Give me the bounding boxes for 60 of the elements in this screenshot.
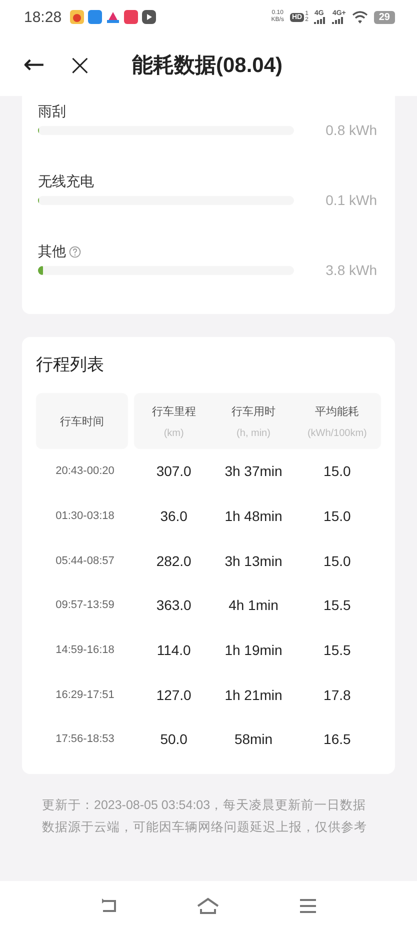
table-cell: 16.5 [324,731,351,748]
energy-value: 3.8 kWh [324,262,377,278]
table-cell: 15.5 [324,642,351,658]
table-cell: 3h 37min [224,463,282,480]
consumer-label: 无线充电 [38,173,94,191]
energy-value: 0.1 kWh [324,192,377,208]
column-header: 平均能耗 [315,404,360,418]
section-title: 行程列表 [36,354,105,376]
back-button[interactable]: ← [12,50,56,80]
table-cell: 15.0 [324,463,351,480]
page-title: 能耗数据(08.04) [132,53,283,79]
table-cell: 20:43-00:20 [56,465,114,478]
energy-value: 0.8 kWh [324,122,377,138]
consumer-label: 雨刮 [38,103,66,121]
table-cell: 16:29-17:51 [56,688,114,701]
app-notification-icon [106,10,120,24]
table-cell: 1h 48min [224,508,282,524]
table-cell: 363.0 [156,597,192,614]
wifi-icon [352,10,368,24]
consumer-label: 其他 [38,243,66,261]
column-header: 行车用时 [232,404,276,418]
table-cell: 17.8 [324,686,351,703]
table-cell: 05:44-08:57 [56,554,114,567]
table-cell: 01:30-03:18 [56,510,114,522]
battery-indicator: 29 [374,10,395,24]
table-cell: 17:56-18:53 [56,733,114,746]
footer-note: 数据源于云端，可能因车辆网络问题延迟上报，仅供参考 [42,818,368,836]
table-cell: 58min [234,731,273,748]
table-cell: 15.5 [324,597,351,614]
table-cell: 50.0 [160,731,188,748]
table-cell: 4h 1min [228,597,278,614]
column-unit: (kWh/100km) [307,428,367,438]
signal-icon [332,17,344,24]
status-time: 18:28 [24,8,62,26]
table-cell: 127.0 [156,686,192,703]
table-cell: 1h 21min [224,686,282,703]
table-cell: 09:57-13:59 [56,599,114,612]
app-notification-icon [124,10,138,24]
table-cell: 36.0 [160,508,188,524]
column-unit: (h, min) [236,428,270,438]
signal-icon [314,17,326,24]
column-header: 行车里程 [152,404,196,418]
help-icon[interactable] [69,246,81,258]
table-cell: 14:59-16:18 [56,644,114,656]
footer-note: 更新于：2023-08-05 03:54:03，每天凌晨更新前一日数据 [42,796,368,814]
table-cell: 3h 13min [224,552,282,569]
column-unit: (km) [164,428,184,438]
menu-icon[interactable] [298,898,318,914]
app-notification-icon [70,10,84,24]
column-header: 行车时间 [36,393,128,449]
play-icon [142,10,156,24]
table-cell: 15.0 [324,508,351,524]
home-icon[interactable] [196,897,220,915]
table-cell: 1h 19min [224,642,282,658]
table-cell: 15.0 [324,552,351,569]
close-button[interactable]: × [58,48,102,82]
table-cell: 307.0 [156,463,192,480]
table-cell: 282.0 [156,552,192,569]
app-notification-icon [88,10,102,24]
table-cell: 114.0 [156,642,191,658]
